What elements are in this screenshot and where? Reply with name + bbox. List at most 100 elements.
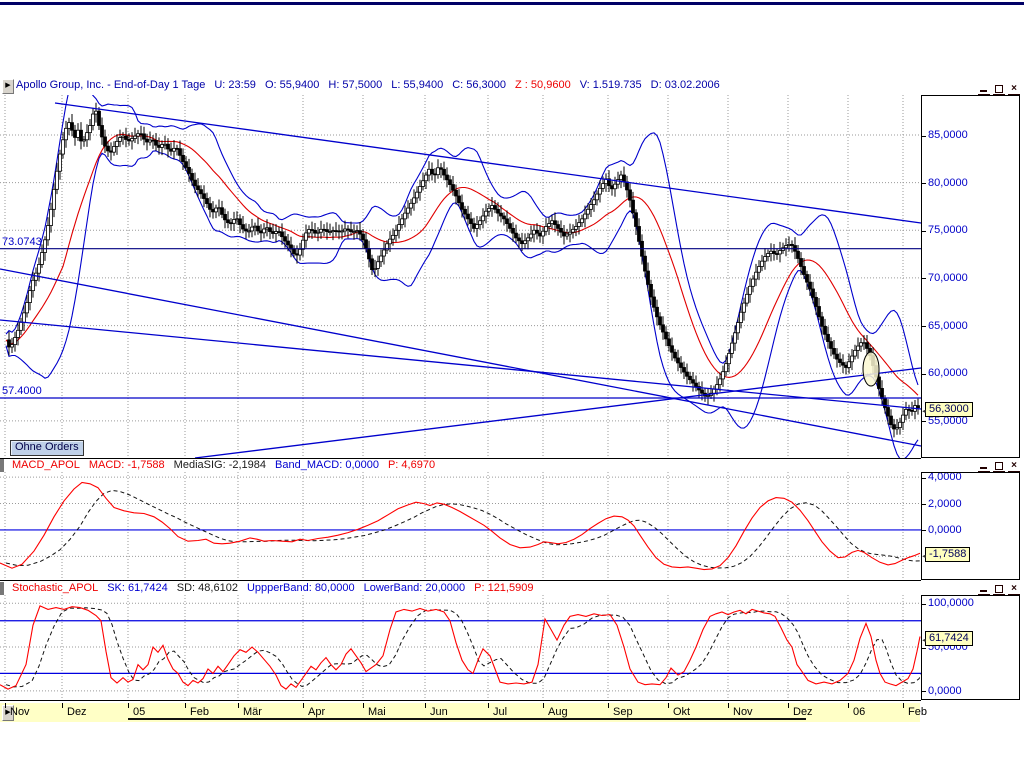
minimize-icon[interactable] — [978, 461, 990, 472]
chart-title: Apollo Group, Inc. - End-of-Day 1 TageU:… — [16, 79, 729, 91]
price-chart-plot[interactable]: 73.0743 57.4000 — [0, 95, 921, 458]
maximize-icon[interactable] — [993, 84, 1005, 95]
month-label: Aug — [548, 706, 568, 718]
y-axis-label: 60,0000 — [928, 367, 968, 379]
x-tickmark — [128, 703, 129, 708]
price-badge: 56,3000◄ — [925, 402, 973, 417]
month-label: Mär — [243, 706, 262, 718]
trendline — [195, 368, 921, 458]
ohne-orders-button[interactable]: Ohne Orders — [10, 440, 84, 456]
panel-grip[interactable] — [0, 459, 4, 472]
stochastic-svg — [0, 595, 921, 700]
main-window-controls: × — [978, 84, 1020, 95]
y-tickmark — [922, 604, 926, 605]
x-tickmark — [728, 703, 729, 708]
x-tickmark — [608, 703, 609, 708]
month-label: Jun — [430, 706, 448, 718]
minimize-icon[interactable] — [978, 84, 990, 95]
y-tickmark — [922, 231, 926, 232]
macd-plot[interactable] — [0, 472, 921, 580]
y-axis-label: 4,0000 — [928, 472, 962, 483]
badge-arrow-icon: ◄ — [921, 406, 927, 419]
header-field: L: 55,9400 — [391, 79, 443, 91]
charting-application: ▶ Apollo Group, Inc. - End-of-Day 1 Tage… — [0, 0, 1024, 768]
stochastic-header: Stochastic_APOL SK: 61,7424 SD: 48,6102 Upp… — [0, 582, 1024, 595]
stochastic-badge: 61,7424◄ — [925, 631, 973, 646]
candlesticks — [8, 103, 920, 438]
header-field: UppperBand: 80,0000 — [247, 582, 355, 594]
moving-average — [6, 134, 918, 395]
close-icon[interactable]: × — [1008, 584, 1020, 595]
header-field: Stochastic_APOL — [12, 582, 98, 594]
header-field: P: 121,5909 — [474, 582, 533, 594]
y-axis-label: 80,0000 — [928, 177, 968, 189]
y-tickmark — [922, 691, 926, 692]
x-tickmark — [62, 703, 63, 708]
x-tickmark — [668, 703, 669, 708]
y-axis-label: 2,0000 — [928, 498, 962, 510]
level-label: 57.4000 — [2, 385, 42, 397]
level-label: 73.0743 — [2, 236, 42, 248]
stochastic-title: Stochastic_APOL SK: 61,7424 SD: 48,6102 Upp… — [12, 582, 542, 594]
macd-title: MACD_APOLMACD: -1,7588MediaSIG: -2,1984B… — [12, 459, 444, 471]
maximize-icon[interactable] — [993, 461, 1005, 472]
x-tickmark — [425, 703, 426, 708]
y-axis-label: 0,0000 — [928, 524, 962, 536]
panel-grip[interactable] — [0, 582, 4, 595]
y-tickmark — [922, 326, 926, 327]
month-label: Apr — [308, 706, 325, 718]
y-tickmark — [922, 530, 926, 531]
header-field: SD: 48,6102 — [177, 582, 238, 594]
month-label: Feb — [190, 706, 209, 718]
header-field: Z : 50,9600 — [515, 79, 571, 91]
stochastic-window-controls: × — [978, 584, 1020, 595]
y-tickmark — [922, 374, 926, 375]
top-divider-rule — [0, 2, 1024, 5]
header-field: SK: 61,7424 — [107, 582, 168, 594]
header-field: P: 4,6970 — [388, 459, 435, 471]
main-chart-header: ▶ Apollo Group, Inc. - End-of-Day 1 Tage… — [0, 78, 1024, 94]
month-label: Sep — [613, 706, 633, 718]
x-tickmark — [788, 703, 789, 708]
macd-axis: 4,0000 2,0000 0,0000 -1,7588◄ — [921, 472, 1020, 580]
stochastic-plot[interactable] — [0, 595, 921, 700]
month-label: Okt — [673, 706, 690, 718]
close-icon[interactable]: × — [1008, 461, 1020, 472]
y-axis-label: 75,0000 — [928, 224, 968, 236]
y-axis-label: 70,0000 — [928, 272, 968, 284]
y-axis-label: 100,0000 — [928, 597, 974, 609]
month-label: Dez — [67, 706, 87, 718]
maximize-icon[interactable] — [993, 584, 1005, 595]
x-tickmark — [543, 703, 544, 708]
y-axis-label: 65,0000 — [928, 320, 968, 332]
header-field: MACD_APOL — [12, 459, 80, 471]
header-field: C: 56,3000 — [452, 79, 506, 91]
collapse-arrow-icon[interactable]: ▶ — [2, 79, 14, 94]
header-field: O: 55,9400 — [265, 79, 319, 91]
price-chart-svg — [0, 95, 921, 458]
x-tickmark — [903, 703, 904, 708]
badge-arrow-icon: ◄ — [921, 635, 927, 648]
header-field: U: 23:59 — [214, 79, 256, 91]
macd-badge: -1,7588◄ — [925, 547, 970, 562]
minimize-icon[interactable] — [978, 584, 990, 595]
close-icon[interactable]: × — [1008, 84, 1020, 95]
macd-window-controls: × — [978, 461, 1020, 472]
x-tickmark — [303, 703, 304, 708]
time-scrollbar[interactable] — [128, 718, 806, 720]
header-field: Band_MACD: 0,0000 — [275, 459, 379, 471]
x-tickmark — [5, 703, 6, 708]
trendline — [0, 269, 921, 446]
trendline — [0, 320, 921, 409]
y-tickmark — [922, 421, 926, 422]
month-label: 06 — [853, 706, 865, 718]
month-label: Dez — [793, 706, 813, 718]
header-field: MediaSIG: -2,1984 — [174, 459, 266, 471]
month-label: 05 — [133, 706, 145, 718]
header-field: LowerBand: 20,0000 — [364, 582, 466, 594]
y-axis-label: 0,0000 — [928, 685, 962, 697]
x-tickmark — [185, 703, 186, 708]
macd-svg — [0, 472, 921, 580]
panel-divider — [0, 700, 921, 701]
month-label: Mai — [368, 706, 386, 718]
